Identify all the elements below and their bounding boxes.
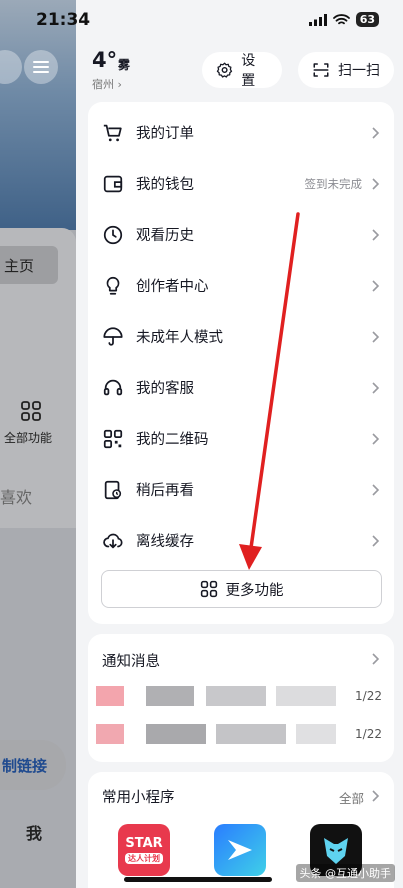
menu-item-orders[interactable]: 我的订单: [88, 107, 394, 158]
umbrella-icon: [103, 326, 123, 346]
star-plan-app[interactable]: STAR 达人计划: [118, 824, 170, 876]
chevron-right-icon: [372, 228, 380, 241]
grid-icon: [200, 580, 217, 598]
menu-item-label: 创作者中心: [136, 279, 209, 295]
blue-app-icon[interactable]: [214, 824, 266, 876]
watermark: 头条 @互通小助手: [295, 864, 395, 882]
star-sub-text: 达人计划: [125, 853, 163, 864]
scan-icon: [313, 63, 329, 77]
background-header: [0, 0, 76, 230]
menu-item-creator-center[interactable]: 创作者中心: [88, 260, 394, 311]
menu-item-label: 我的订单: [136, 126, 194, 142]
wifi-icon: [332, 13, 350, 24]
gear-icon: [216, 62, 233, 78]
chevron-right-icon: [372, 177, 380, 190]
menu-item-label: 离线缓存: [136, 534, 194, 550]
more-functions-label: 更多功能: [225, 582, 284, 599]
scan-button[interactable]: 扫一扫: [298, 52, 394, 88]
chevron-right-icon: [372, 432, 380, 445]
settings-label: 设置: [241, 53, 256, 89]
chevron-right-icon: [372, 126, 380, 139]
menu-item-label: 未成年人模式: [136, 330, 223, 346]
chevron-right-icon: [372, 653, 380, 665]
status-time: 21:34: [36, 10, 91, 30]
side-drawer: 4° 雾 宿州 › 设置 扫一扫 我的订单 我的钱包 签到未完成 观看历史 创作…: [76, 0, 403, 888]
background-home-tab[interactable]: 主页: [0, 246, 58, 284]
menu-item-qrcode[interactable]: 我的二维码: [88, 413, 394, 464]
weather-condition: 雾: [118, 58, 131, 72]
chevron-right-icon: [372, 330, 380, 343]
chevron-right-icon: [372, 279, 380, 292]
background-page: 主页 全部功能 喜欢 制链接 我: [0, 0, 76, 888]
menu-item-minor-mode[interactable]: 未成年人模式: [88, 311, 394, 362]
chevron-right-icon: [372, 534, 380, 547]
scan-label: 扫一扫: [338, 63, 380, 79]
background-likes-tab[interactable]: 喜欢: [0, 484, 32, 508]
signal-icon: [308, 13, 327, 26]
menu-item-label: 我的二维码: [136, 432, 209, 448]
status-icons: 63: [308, 12, 379, 27]
menu-card: 我的订单 我的钱包 签到未完成 观看历史 创作者中心 未成年人模式 我的客服 我…: [88, 102, 394, 624]
blurred-notification-2: [96, 724, 344, 744]
cart-icon: [103, 124, 122, 141]
background-all-functions[interactable]: 全部功能: [4, 429, 52, 446]
chevron-right-icon: [372, 381, 380, 394]
background-menu-icon[interactable]: [24, 50, 58, 84]
mini-programs-all-link[interactable]: 全部: [339, 788, 364, 807]
cloud-download-icon: [103, 533, 123, 548]
settings-button[interactable]: 设置: [202, 52, 282, 89]
menu-item-wallet[interactable]: 我的钱包 签到未完成: [88, 158, 394, 209]
notifications-title: 通知消息: [102, 654, 160, 670]
menu-item-label: 我的客服: [136, 381, 194, 397]
notification-date: 1/22: [355, 727, 382, 741]
notification-date: 1/22: [355, 689, 382, 703]
blurred-notification-1: [96, 686, 344, 706]
qrcode-icon: [103, 429, 123, 448]
mini-programs-title: 常用小程序: [102, 790, 175, 806]
menu-item-label: 我的钱包: [136, 177, 194, 193]
background-me-tab[interactable]: 我: [26, 820, 42, 844]
background-copy-link-button[interactable]: 制链接: [0, 740, 66, 790]
more-functions-button[interactable]: 更多功能: [101, 570, 382, 608]
chevron-right-icon: [372, 483, 380, 496]
weather-temperature: 4°: [92, 48, 118, 72]
clock-icon: [103, 225, 123, 244]
menu-item-label: 稍后再看: [136, 483, 194, 499]
chevron-right-icon: [372, 790, 380, 802]
weather-city[interactable]: 宿州 ›: [92, 76, 122, 92]
background-grid-icon: [21, 401, 41, 421]
wallet-icon: [103, 175, 123, 192]
lightbulb-icon: [106, 276, 120, 295]
checkin-hint: 签到未完成: [304, 176, 363, 191]
notifications-card[interactable]: 通知消息 1/22 1/22: [88, 634, 394, 762]
menu-item-offline-cache[interactable]: 离线缓存: [88, 515, 394, 566]
star-badge-text: STAR: [125, 836, 163, 851]
menu-item-watch-later[interactable]: 稍后再看: [88, 464, 394, 515]
menu-item-customer-service[interactable]: 我的客服: [88, 362, 394, 413]
menu-item-history[interactable]: 观看历史: [88, 209, 394, 260]
headset-icon: [103, 379, 123, 395]
battery-icon: 63: [355, 12, 379, 27]
home-indicator: [124, 877, 272, 882]
menu-item-label: 观看历史: [136, 228, 194, 244]
watch-later-icon: [104, 480, 122, 499]
